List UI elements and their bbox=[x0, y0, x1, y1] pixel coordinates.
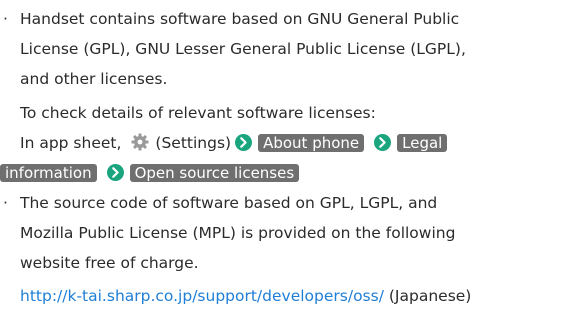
arrow-right-icon bbox=[235, 134, 253, 151]
key-about-phone: About phone bbox=[258, 134, 365, 152]
path-prefix: In app sheet, bbox=[20, 134, 122, 152]
paragraph-2-line-3: website free of charge. bbox=[20, 254, 199, 272]
arrow-right-icon bbox=[374, 134, 392, 151]
paragraph-1-line-1: · Handset contains software based on GNU … bbox=[0, 9, 459, 29]
language-note: (Japanese) bbox=[388, 287, 472, 305]
paragraph-1-line-3: and other licenses. bbox=[20, 70, 168, 88]
paragraph-2-line-1: · The source code of software based on GP… bbox=[0, 193, 437, 213]
bullet-mark: · bbox=[3, 194, 8, 212]
paragraph-2-line-2: Mozilla Public License (MPL) is provided… bbox=[20, 224, 456, 242]
settings-path-line-1: In app sheet, (Settings) About phone Leg… bbox=[20, 133, 448, 153]
settings-label: (Settings) bbox=[155, 134, 232, 152]
paragraph-1-line-2: License (GPL), GNU Lesser General Public… bbox=[20, 40, 466, 58]
license-notice: · Handset contains software based on GNU … bbox=[0, 0, 587, 329]
bullet-mark: · bbox=[3, 10, 8, 28]
arrow-right-icon bbox=[106, 164, 124, 181]
key-legal-information-part-2: information bbox=[0, 164, 97, 182]
key-legal-information-part-1: Legal bbox=[397, 134, 448, 152]
source-code-link[interactable]: http://k-tai.sharp.co.jp/support/develop… bbox=[20, 287, 384, 305]
key-open-source-licenses: Open source licenses bbox=[129, 164, 300, 182]
paragraph-1-line-4: To check details of relevant software li… bbox=[20, 104, 376, 122]
settings-path-line-2: information Open source licenses bbox=[0, 163, 300, 183]
source-url-line: http://k-tai.sharp.co.jp/support/develop… bbox=[20, 286, 471, 306]
gear-icon bbox=[131, 133, 149, 151]
